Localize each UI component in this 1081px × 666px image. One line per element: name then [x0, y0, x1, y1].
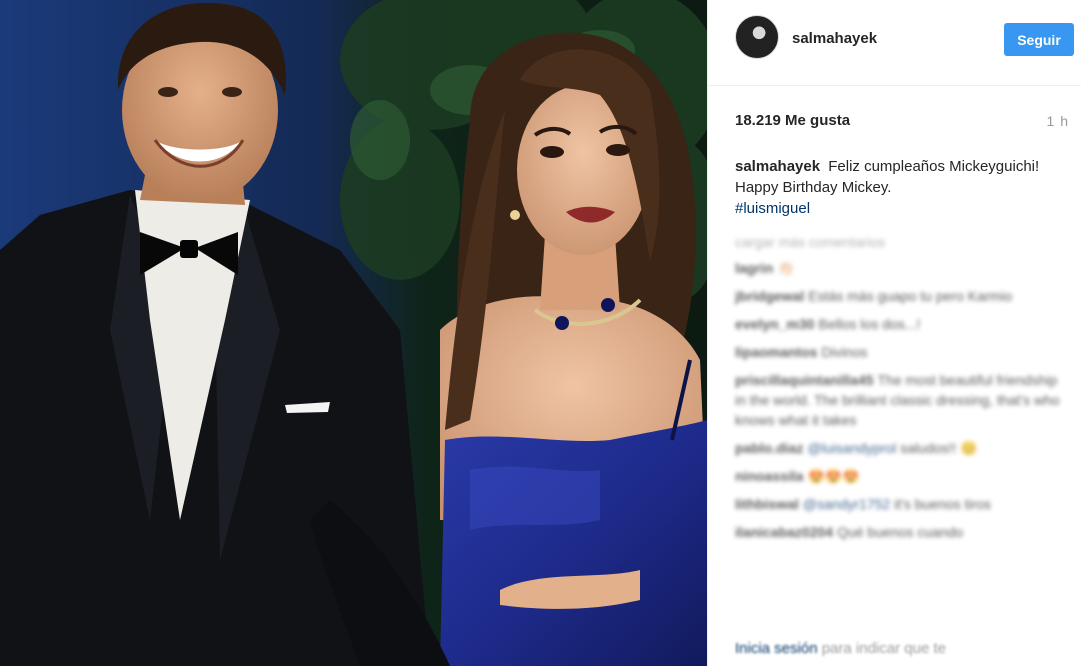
post-timestamp[interactable]: 1 h — [1047, 113, 1069, 129]
comment-text: Divinos — [821, 344, 868, 360]
comment-item: priscillaquintanilla45 The most beautiful… — [735, 370, 1065, 430]
comment-text: saludos!! 😊 — [900, 440, 978, 456]
post-caption: salmahayek Feliz cumpleaños Mickeyguichi… — [735, 156, 1065, 219]
comments-list: cargar más comentarios lagrin 👏🏻 jbridgewa… — [735, 232, 1065, 550]
comment-item: pablo.diaz @luisandyprol saludos!! 😊 — [735, 438, 1065, 458]
login-prompt: Inicia sesión para indicar que te — [735, 640, 946, 657]
comment-item: ilanicabaz0204 Qué buenos cuando — [735, 522, 1065, 542]
likes-count[interactable]: 18.219 Me gusta — [735, 112, 850, 129]
comment-mention[interactable]: @luisandyprol — [807, 440, 896, 456]
login-prompt-text: para indicar que te — [821, 640, 946, 657]
post-photo-illustration — [0, 0, 707, 666]
comment-item: evelyn_m30 Bellos los dos...! — [735, 314, 1065, 334]
comment-item: ninoassila 😍😍😍 — [735, 466, 1065, 486]
comment-username[interactable]: ilanicabaz0204 — [735, 524, 833, 540]
header-username[interactable]: salmahayek — [792, 30, 877, 47]
avatar[interactable] — [735, 15, 779, 59]
comment-text: 👏🏻 — [777, 260, 795, 276]
post-side-panel: salmahayek Seguir 18.219 Me gusta 1 h sa… — [707, 0, 1081, 666]
comment-text: Estás más guapo tu pero Karmio — [808, 288, 1013, 304]
post-photo[interactable] — [0, 0, 707, 666]
comment-text: Qué buenos cuando — [837, 524, 964, 540]
comment-username[interactable]: lipaomantos — [735, 344, 817, 360]
comment-mention[interactable]: @sandyr1752 — [803, 496, 890, 512]
login-link[interactable]: Inicia sesión — [735, 640, 818, 657]
comment-username[interactable]: pablo.diaz — [735, 440, 803, 456]
comment-username[interactable]: jbridgewal — [735, 288, 804, 304]
comment-username[interactable]: lithbiswal — [735, 496, 799, 512]
comment-text: 😍😍😍 — [807, 468, 860, 484]
comment-username[interactable]: priscillaquintanilla45 — [735, 372, 874, 388]
caption-hashtag[interactable]: #luismiguel — [735, 200, 810, 217]
comment-username[interactable]: lagrin — [735, 260, 773, 276]
comment-username[interactable]: ninoassila — [735, 468, 803, 484]
comment-text: it's buenos tiros — [894, 496, 991, 512]
post-header: salmahayek Seguir — [708, 0, 1081, 86]
comment-item: lithbiswal @sandyr1752 it's buenos tiros — [735, 494, 1065, 514]
follow-button[interactable]: Seguir — [1004, 23, 1074, 56]
caption-username[interactable]: salmahayek — [735, 158, 820, 175]
comment-item: lagrin 👏🏻 — [735, 258, 1065, 278]
comment-username[interactable]: evelyn_m30 — [735, 316, 814, 332]
load-more-comments[interactable]: cargar más comentarios — [735, 232, 1065, 252]
comment-item: jbridgewal Estás más guapo tu pero Karmio — [735, 286, 1065, 306]
comment-text: Bellos los dos...! — [818, 316, 921, 332]
comment-item: lipaomantos Divinos — [735, 342, 1065, 362]
